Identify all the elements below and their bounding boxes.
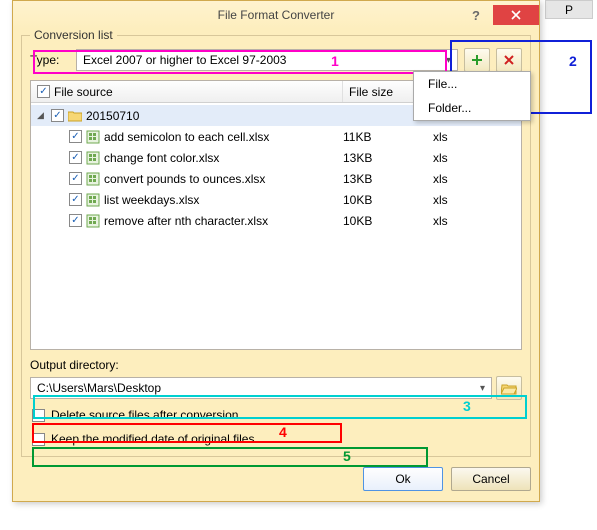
file-format-converter-dialog: File Format Converter ? Conversion list … bbox=[12, 0, 540, 502]
output-type: xls bbox=[433, 214, 493, 228]
file-name: change font color.xlsx bbox=[104, 151, 219, 165]
root-checkbox[interactable]: ✓ bbox=[51, 109, 64, 122]
close-icon bbox=[511, 10, 521, 20]
file-size: 11KB bbox=[343, 130, 433, 144]
open-folder-icon bbox=[501, 382, 517, 395]
cancel-button[interactable]: Cancel bbox=[451, 467, 531, 491]
row-checkbox[interactable]: ✓ bbox=[69, 214, 82, 227]
add-button[interactable] bbox=[464, 48, 490, 72]
chevron-down-icon: ▾ bbox=[446, 55, 451, 66]
type-label: Type: bbox=[30, 53, 70, 67]
add-menu-folder[interactable]: Folder... bbox=[414, 96, 530, 120]
column-header-p[interactable]: P bbox=[545, 0, 593, 19]
close-button[interactable] bbox=[493, 5, 539, 25]
output-type: xls bbox=[433, 172, 493, 186]
file-size: 10KB bbox=[343, 214, 433, 228]
output-dir-dropdown[interactable]: C:\Users\Mars\Desktop ▾ bbox=[30, 377, 492, 399]
row-checkbox[interactable]: ✓ bbox=[69, 130, 82, 143]
col-file-source-label: File source bbox=[54, 85, 113, 99]
excel-file-icon bbox=[86, 130, 100, 144]
x-icon bbox=[503, 54, 515, 66]
excel-file-icon bbox=[86, 151, 100, 165]
output-dir-label: Output directory: bbox=[30, 358, 522, 372]
add-menu: File... Folder... bbox=[413, 71, 531, 121]
remove-button[interactable] bbox=[496, 48, 522, 72]
table-row[interactable]: ✓ change font color.xlsx 13KBxls bbox=[31, 147, 521, 168]
excel-file-icon bbox=[86, 214, 100, 228]
excel-file-icon bbox=[86, 172, 100, 186]
keep-date-label: Keep the modified date of original files bbox=[51, 432, 254, 446]
row-checkbox[interactable]: ✓ bbox=[69, 193, 82, 206]
browse-button[interactable] bbox=[496, 376, 522, 400]
add-menu-file[interactable]: File... bbox=[414, 72, 530, 96]
group-legend: Conversion list bbox=[30, 28, 117, 42]
col-file-source[interactable]: ✓ File source bbox=[31, 81, 343, 102]
excel-file-icon bbox=[86, 193, 100, 207]
table-row[interactable]: ✓ convert pounds to ounces.xlsx 13KBxls bbox=[31, 168, 521, 189]
delete-source-row[interactable]: ✓ Delete source files after conversion bbox=[30, 406, 522, 424]
list-body: ◢ ✓ 20150710 ✓ add semicolon to each cell… bbox=[31, 103, 521, 233]
delete-source-checkbox[interactable]: ✓ bbox=[32, 409, 45, 422]
ok-button[interactable]: Ok bbox=[363, 467, 443, 491]
folder-icon bbox=[68, 110, 82, 122]
plus-icon bbox=[471, 54, 483, 66]
file-name: convert pounds to ounces.xlsx bbox=[104, 172, 265, 186]
file-name: remove after nth character.xlsx bbox=[104, 214, 268, 228]
delete-source-label: Delete source files after conversion bbox=[51, 408, 238, 422]
chevron-down-icon: ▾ bbox=[480, 383, 485, 394]
row-checkbox[interactable]: ✓ bbox=[69, 151, 82, 164]
output-dir-value: C:\Users\Mars\Desktop bbox=[37, 381, 161, 395]
output-type: xls bbox=[433, 130, 493, 144]
row-checkbox[interactable]: ✓ bbox=[69, 172, 82, 185]
type-dropdown-value: Excel 2007 or higher to Excel 97-2003 bbox=[83, 53, 286, 67]
file-name: add semicolon to each cell.xlsx bbox=[104, 130, 269, 144]
header-checkbox[interactable]: ✓ bbox=[37, 85, 50, 98]
output-type: xls bbox=[433, 151, 493, 165]
root-label: 20150710 bbox=[86, 109, 139, 123]
table-row[interactable]: ✓ remove after nth character.xlsx 10KBxls bbox=[31, 210, 521, 231]
file-name: list weekdays.xlsx bbox=[104, 193, 199, 207]
file-size: 13KB bbox=[343, 151, 433, 165]
table-row[interactable]: ✓ add semicolon to each cell.xlsx 11KBxls bbox=[31, 126, 521, 147]
collapse-icon[interactable]: ◢ bbox=[37, 110, 47, 121]
type-dropdown[interactable]: Excel 2007 or higher to Excel 97-2003 ▾ bbox=[76, 49, 458, 71]
titlebar[interactable]: File Format Converter ? bbox=[13, 1, 539, 29]
keep-date-row[interactable]: ✓ Keep the modified date of original fil… bbox=[30, 430, 522, 448]
file-size: 13KB bbox=[343, 172, 433, 186]
file-size: 10KB bbox=[343, 193, 433, 207]
keep-date-checkbox[interactable]: ✓ bbox=[32, 433, 45, 446]
output-type: xls bbox=[433, 193, 493, 207]
table-row[interactable]: ✓ list weekdays.xlsx 10KBxls bbox=[31, 189, 521, 210]
help-button[interactable]: ? bbox=[459, 5, 493, 25]
